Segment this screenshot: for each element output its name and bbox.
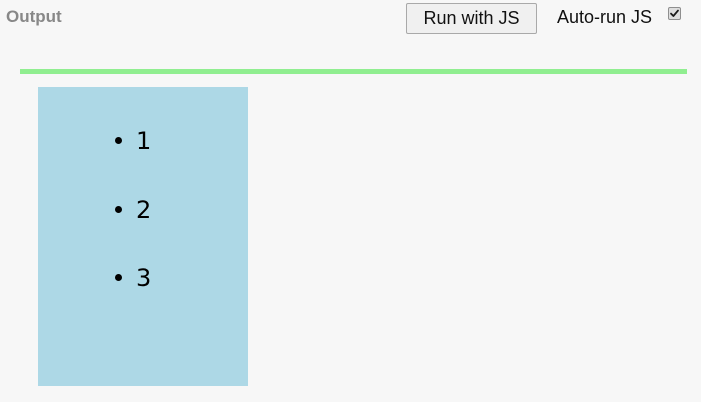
bullet-icon [115,274,122,281]
autorun-js-checkbox[interactable] [668,7,681,20]
output-title: Output [6,7,62,26]
checkmark-icon [670,9,679,17]
output-divider [20,69,687,74]
list-item-text: 1 [136,127,152,155]
list-item-text: 2 [136,196,152,224]
rendered-output-box: 1 2 3 [38,87,248,386]
run-with-js-button[interactable]: Run with JS [406,3,537,34]
output-panel: Output Run with JS Auto-run JS 1 2 3 [0,0,701,402]
bullet-icon [115,206,122,213]
bullet-icon [115,137,122,144]
list-item-text: 3 [136,264,152,292]
autorun-js-label: Auto-run JS [557,7,653,27]
